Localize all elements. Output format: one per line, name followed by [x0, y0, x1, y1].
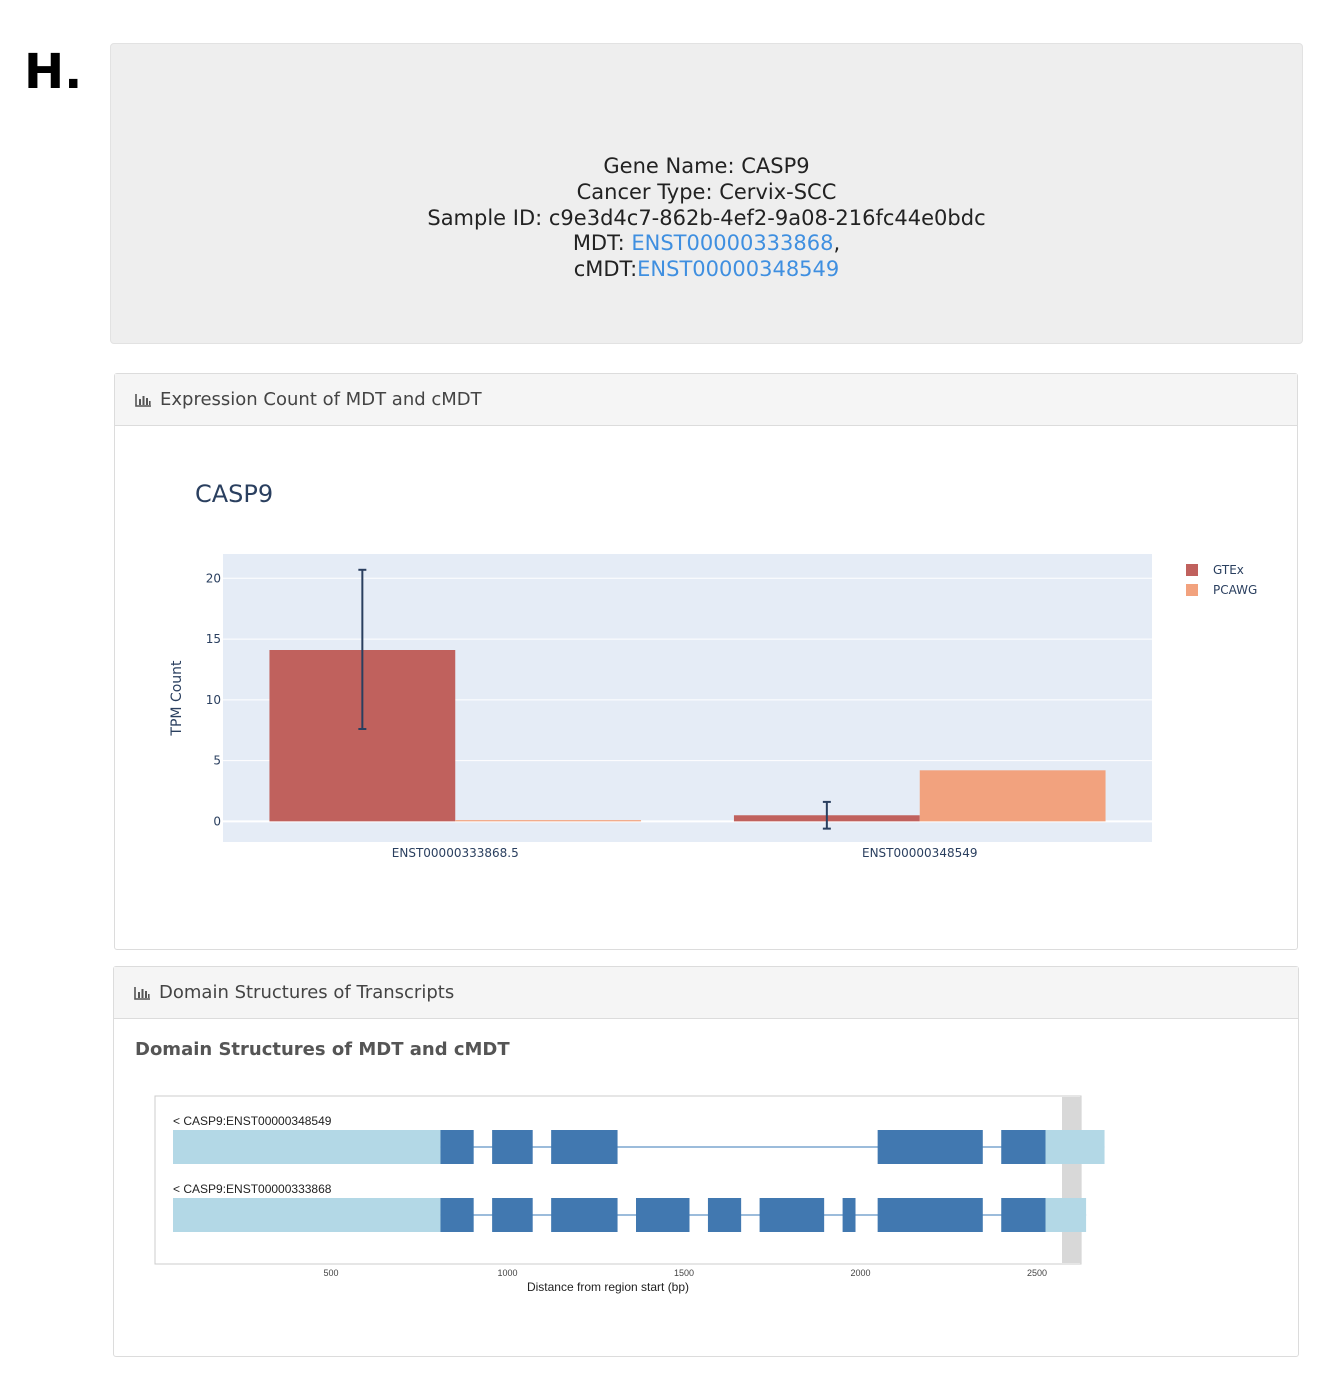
domain-card-title: Domain Structures of Transcripts [159, 982, 455, 1003]
utr-block [173, 1130, 441, 1164]
bar-chart-icon [135, 393, 151, 407]
mdt-suffix: , [833, 231, 841, 256]
domain-structure-plot: < CASP9:ENST00000348549 < CASP9:ENST00000… [154, 1095, 1105, 1294]
utr-block [1045, 1198, 1087, 1232]
exon-block [707, 1198, 742, 1232]
x-tick-label: 1500 [674, 1268, 694, 1278]
panel-label: H. [24, 44, 83, 100]
mdt-label: MDT: [572, 231, 632, 256]
x-axis-label: Distance from region start (bp) [527, 1280, 689, 1294]
x-tick-label: ENST00000348549 [862, 846, 978, 860]
exon-block [492, 1198, 533, 1232]
legend-label: PCAWG [1213, 583, 1257, 597]
cmdt-line: cMDT:ENST00000348549 [111, 257, 1302, 283]
y-tick-label: 0 [213, 814, 221, 828]
exon-block [551, 1130, 618, 1164]
chart-title: CASP9 [195, 480, 273, 508]
exon-block [1001, 1198, 1046, 1232]
bar-chart-icon [134, 986, 150, 1000]
gene-name-line: Gene Name: CASP9 [603, 154, 810, 178]
y-axis-label: TPM Count [169, 660, 185, 737]
exon-block [759, 1198, 825, 1232]
y-tick-label: 20 [206, 571, 221, 585]
legend-swatch [1186, 584, 1198, 596]
y-tick-label: 5 [213, 754, 221, 768]
utr-block [173, 1198, 441, 1232]
expression-card-title: Expression Count of MDT and cMDT [160, 389, 482, 410]
cmdt-link[interactable]: ENST00000348549 [637, 257, 839, 281]
y-tick-label: 15 [206, 632, 221, 646]
sample-info-box: Gene Name: CASP9 Cancer Type: Cervix-SCC… [110, 43, 1303, 344]
mdt-link[interactable]: ENST00000333868 [631, 231, 833, 255]
domain-card: Domain Structures of Transcripts Domain … [113, 966, 1299, 1357]
utr-block [1045, 1130, 1105, 1164]
exon-block [636, 1198, 690, 1232]
sample-id-line: Sample ID: c9e3d4c7-862b-4ef2-9a08-216fc… [427, 205, 986, 230]
y-tick-label: 10 [206, 693, 221, 707]
x-tick-label: 1000 [497, 1268, 517, 1278]
expression-bar-chart: 0 5 10 15 20 TPM Count CASP9 ENST00000333868.5 E… [169, 480, 1257, 860]
exon-block [877, 1130, 983, 1164]
legend-swatch [1186, 564, 1198, 576]
x-tick-label: 2000 [850, 1268, 870, 1278]
exon-block [440, 1198, 474, 1232]
sample-info-lines: Gene Name: CASP9 Cancer Type: Cervix-SCC… [111, 154, 1302, 283]
exon-block [492, 1130, 533, 1164]
bar-pcawg [455, 820, 642, 822]
expression-card-header: Expression Count of MDT and cMDT [115, 374, 1297, 426]
x-tick-label: ENST00000333868.5 [392, 846, 519, 860]
legend-label: GTEx [1213, 563, 1244, 577]
track-label: < CASP9:ENST00000333868 [173, 1182, 332, 1196]
exon-block [842, 1198, 856, 1232]
mdt-line: MDT: ENST00000333868, [111, 231, 1302, 257]
bar-pcawg [919, 770, 1106, 822]
cmdt-label: cMDT: [573, 257, 638, 282]
domain-card-header: Domain Structures of Transcripts [114, 967, 1298, 1019]
track-label: < CASP9:ENST00000348549 [173, 1114, 332, 1128]
exon-block [440, 1130, 474, 1164]
exon-block [877, 1198, 983, 1232]
expression-card: Expression Count of MDT and cMDT 0 5 10 15 2… [114, 373, 1298, 950]
cancer-type-line: Cancer Type: Cervix-SCC [576, 179, 837, 204]
scrollbar-track [1062, 1097, 1081, 1263]
exon-block [551, 1198, 618, 1232]
x-tick-label: 500 [323, 1268, 338, 1278]
exon-block [1001, 1130, 1046, 1164]
x-tick-label: 2500 [1027, 1268, 1047, 1278]
